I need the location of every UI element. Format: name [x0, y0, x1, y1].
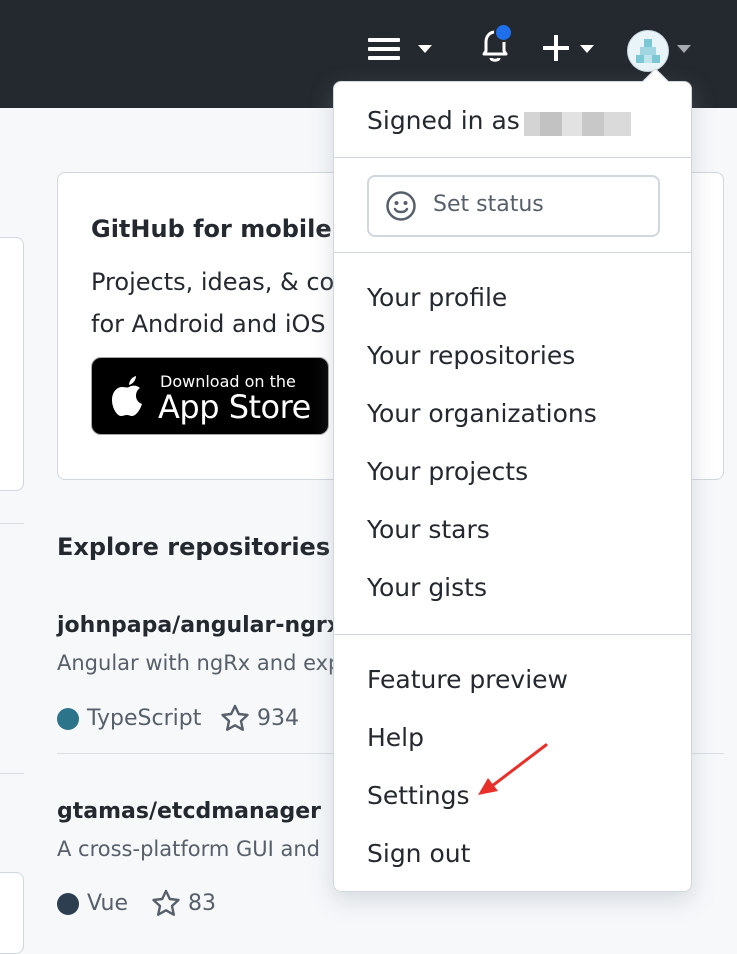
- repo-description: Angular with ngRx and exp: [57, 651, 342, 675]
- repo-star-count: 934: [257, 706, 299, 731]
- blurred-username: [524, 112, 631, 136]
- chevron-down-icon[interactable]: [580, 45, 594, 53]
- set-status-button[interactable]: Set status: [367, 175, 660, 237]
- divider: [0, 523, 24, 524]
- menu-item-feature-preview[interactable]: Feature preview: [367, 665, 568, 694]
- menu-item-your-profile[interactable]: Your profile: [367, 283, 507, 312]
- dropdown-divider: [334, 634, 691, 635]
- avatar-identicon: [636, 39, 660, 63]
- hamburger-menu-button[interactable]: [368, 36, 402, 62]
- annotation-arrow-icon: [478, 743, 548, 795]
- repo-name-link[interactable]: johnpapa/angular-ngrx-d: [57, 613, 366, 638]
- menu-item-settings[interactable]: Settings: [367, 781, 470, 810]
- promo-line-1: Projects, ideas, & co: [91, 268, 335, 296]
- signed-in-label: Signed in as: [367, 106, 520, 135]
- left-sidebar-card: [0, 872, 24, 954]
- app-store-badge[interactable]: Download on the App Store: [91, 357, 329, 435]
- repo-description: A cross-platform GUI and: [57, 837, 320, 861]
- chevron-down-icon[interactable]: [418, 45, 432, 53]
- dropdown-divider: [334, 157, 691, 158]
- repo-language: TypeScript: [87, 706, 202, 731]
- menu-item-your-stars[interactable]: Your stars: [367, 515, 490, 544]
- create-new-button[interactable]: [543, 33, 571, 63]
- notification-dot: [494, 23, 513, 42]
- repo-star-count: 83: [188, 891, 216, 916]
- divider: [0, 773, 24, 774]
- star-icon[interactable]: [151, 889, 181, 917]
- promo-text: Projects, ideas, & co for Android and iO…: [91, 261, 334, 345]
- chevron-down-icon[interactable]: [677, 45, 691, 53]
- menu-item-your-organizations[interactable]: Your organizations: [367, 399, 597, 428]
- notifications-bell-button[interactable]: [477, 23, 513, 67]
- repo-language: Vue: [87, 891, 129, 916]
- promo-title: GitHub for mobile: [91, 215, 332, 243]
- menu-item-your-projects[interactable]: Your projects: [367, 457, 528, 486]
- promo-line-2: for Android and iOS: [91, 310, 326, 338]
- avatar[interactable]: [627, 30, 669, 72]
- repo-name-link[interactable]: gtamas/etcdmanager: [57, 799, 321, 824]
- set-status-label: Set status: [433, 192, 544, 217]
- menu-item-your-gists[interactable]: Your gists: [367, 573, 487, 602]
- menu-item-help[interactable]: Help: [367, 723, 424, 752]
- explore-heading: Explore repositories: [57, 533, 331, 561]
- app-store-large-text: App Store: [158, 388, 311, 426]
- menu-item-your-repositories[interactable]: Your repositories: [367, 341, 575, 370]
- left-sidebar-card: [0, 237, 24, 491]
- menu-item-sign-out[interactable]: Sign out: [367, 839, 470, 868]
- star-icon[interactable]: [220, 704, 250, 732]
- language-color-dot: [57, 708, 79, 730]
- apple-icon: [112, 376, 142, 416]
- language-color-dot: [57, 893, 79, 915]
- smiley-icon: [386, 191, 416, 221]
- dropdown-divider: [334, 252, 691, 253]
